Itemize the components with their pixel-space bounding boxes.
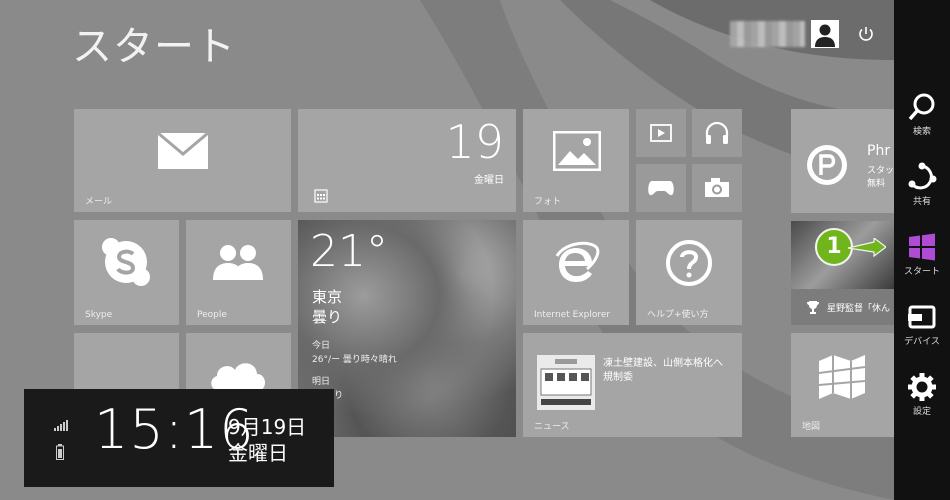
start-screen-title: スタート [72,24,236,70]
charm-share[interactable]: 共有 [894,158,950,220]
mail-envelope-icon [158,133,208,169]
charm-devices-label: デバイス [904,337,940,347]
user-account[interactable] [730,20,839,48]
tile-onedrive[interactable] [186,333,291,389]
tile-people[interactable]: People [186,220,291,325]
map-icon [818,355,866,399]
tile-help[interactable]: ヘルプ+使い方 [636,220,742,325]
clock-panel: 15:16 9月19日 金曜日 [24,389,334,487]
calendar-weekday: 金曜日 [474,175,504,186]
calendar-icon [314,189,328,203]
photo-icon [553,131,601,171]
charm-start-label: スタート [903,267,940,277]
search-icon [908,93,935,121]
charm-search[interactable]: 検索 [894,88,950,150]
store-app-title: Phr [867,143,891,159]
weather-tomorrow-label: 明日 [312,377,331,387]
devices-icon [908,305,936,329]
tile-partial-left[interactable] [74,333,179,389]
share-icon [908,162,937,190]
news-thumbnail [537,355,595,410]
calendar-day: 19 [445,115,504,169]
weather-today-label: 今日 [312,341,331,351]
user-name-blurred [730,21,805,47]
battery-icon [56,444,64,460]
tile-games[interactable] [636,164,686,212]
user-avatar-icon[interactable] [811,20,839,48]
signal-strength-icon [54,420,68,431]
tile-internet-explorer[interactable]: Internet Explorer [523,220,629,325]
skype-icon [102,238,150,286]
weather-today-forecast: 26°/ー 曇り時々晴れ [312,355,397,365]
charm-share-label: 共有 [912,197,931,207]
tile-photos-label: フォト [534,197,562,207]
internet-explorer-icon [555,241,600,282]
weather-condition: 曇り [312,308,343,326]
camera-icon [705,178,729,197]
tile-skype[interactable]: Skype [74,220,179,325]
tile-photos[interactable]: フォト [523,109,629,212]
weather-city: 東京 [312,288,343,306]
cloud-icon [211,363,265,389]
step-arrow-icon [848,238,886,258]
charm-settings-label: 設定 [912,407,931,417]
tile-store-app[interactable]: Phr スタッ 無料 [791,109,894,213]
app-logo-icon [807,145,847,185]
tile-music[interactable] [692,109,742,157]
game-controller-icon [648,181,674,196]
tile-calendar[interactable]: 19 金曜日 [298,109,516,212]
tile-mail[interactable]: メール [74,109,291,212]
tile-news[interactable]: 凍土壁建設、山側本格化へ規制委 ニュース [523,333,742,437]
news-headline: 凍土壁建設、山側本格化へ規制委 [603,358,723,383]
charms-bar: 検索 共有 スタート デバイス 設定 [894,0,950,500]
help-question-icon [666,240,712,286]
windows-logo-icon [909,233,935,261]
tile-news-label: ニュース [534,422,570,432]
tile-mail-label: メール [85,197,113,207]
tile-maps-label: 地図 [802,422,821,432]
people-icon [213,245,263,280]
video-play-icon [650,124,672,142]
charm-devices[interactable]: デバイス [894,298,950,360]
tile-ie-label: Internet Explorer [534,310,611,320]
trophy-icon [807,301,819,314]
tile-maps[interactable]: 地図 [791,333,894,437]
sports-headline: 星野監督「休ん [827,304,891,314]
charm-start[interactable]: スタート [894,228,950,290]
tile-video[interactable] [636,109,686,157]
tile-people-label: People [197,310,227,320]
tile-camera[interactable] [692,164,742,212]
tile-skype-label: Skype [85,310,113,320]
tile-help-label: ヘルプ+使い方 [647,310,709,320]
charm-search-label: 検索 [912,127,931,137]
weather-temperature: 21° [310,226,388,277]
store-app-sub2: 無料 [867,179,886,189]
headphones-icon [705,121,729,144]
settings-gear-icon [908,373,936,401]
store-app-sub1: スタッ [867,166,894,176]
clock-weekday: 金曜日 [228,441,288,465]
power-icon[interactable] [856,24,876,44]
clock-date: 9月19日 [228,415,307,439]
charm-settings[interactable]: 設定 [894,368,950,430]
